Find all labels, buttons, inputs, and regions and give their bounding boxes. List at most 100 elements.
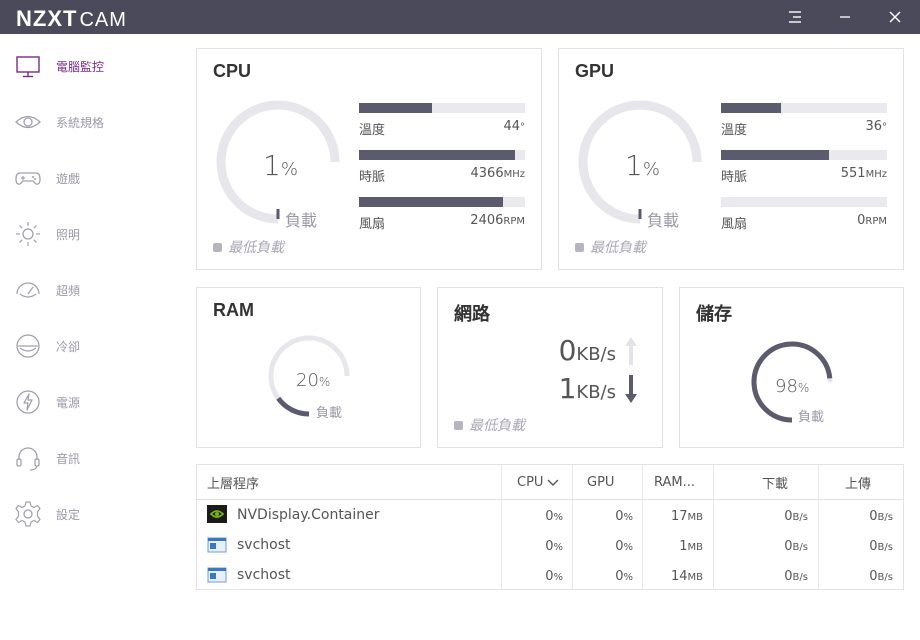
gpu-fan-bar [721,197,887,207]
app-name: CAM [79,9,127,31]
close-icon [889,11,901,23]
process-gpu: 0% [615,569,633,584]
header-download[interactable]: 下載 [762,465,788,500]
header-ram[interactable]: RAM... [654,465,695,500]
sidebar-item-pc-monitor[interactable]: 電腦監控 [0,38,180,94]
upload-arrow-icon [625,337,637,365]
brand-name: NZXT [16,6,78,31]
gpu-fan-value: 0RPM [857,213,887,228]
sidebar-item-label: 設定 [56,507,81,522]
gpu-title: GPU [575,61,615,81]
cpu-clock-label: 時脈 [359,170,386,185]
window-icon [207,567,227,583]
process-ram: 14MB [670,569,703,584]
cpu-clock-value: 4366MHz [470,166,526,181]
sidebar-item-overclock[interactable]: 超頻 [0,262,180,318]
header-gpu[interactable]: GPU [587,465,614,500]
cpu-fan-bar [359,197,525,207]
process-ram: 17MB [670,509,703,524]
cpu-load-value: 1% [263,149,298,182]
download-arrow-icon [625,375,637,403]
sidebar-item-power[interactable]: 電源 [0,374,180,430]
process-upload: 0B/s [869,539,893,554]
hamburger-menu-icon[interactable] [772,0,818,34]
sidebar-item-cooling[interactable]: 冷卻 [0,318,180,374]
gpu-clock-bar [721,150,887,160]
process-download: 0B/s [784,539,808,554]
gpu-card[interactable]: GPU 1% 負載 最低負載 溫度 36° 時脈 551MHz 風扇 0RPM [558,48,904,270]
sidebar-item-label: 電腦監控 [56,59,105,74]
speedometer-icon [16,282,40,298]
sidebar-item-label: 遊戲 [56,171,81,186]
sidebar-item-audio[interactable]: 音訊 [0,430,180,486]
sidebar-item-label: 音訊 [56,451,81,466]
sidebar-item-lighting[interactable]: 照明 [0,206,180,262]
cpu-temp-label: 溫度 [359,123,386,138]
process-name: svchost [237,537,291,553]
sidebar-item-label: 冷卻 [56,339,81,354]
header-process[interactable]: 上層程序 [207,465,259,500]
process-cpu: 0% [545,509,563,524]
gpu-clock-label: 時脈 [721,170,748,185]
gpu-load-value: 1% [625,149,660,182]
sun-icon [16,222,40,246]
cpu-temp-value: 44° [503,119,525,134]
close-button[interactable] [872,0,918,34]
ram-title: RAM [213,300,254,320]
header-upload[interactable]: 上傳 [845,465,871,500]
eye-icon [15,115,41,129]
sidebar-item-label: 電源 [56,395,81,410]
gpu-min-load: 最低負載 [575,237,646,257]
process-cpu: 0% [545,539,563,554]
sidebar-item-specs[interactable]: 系統規格 [0,94,180,150]
window-icon [207,537,227,553]
process-table: 上層程序 CPU GPU RAM... 下載 上傳 NVDisplay.Cont… [196,464,904,590]
gpu-temp-value: 36° [865,119,887,134]
network-min-load: 最低負載 [454,415,525,435]
minimize-button[interactable] [822,0,868,34]
process-cpu: 0% [545,569,563,584]
storage-card[interactable]: 儲存 98% 負載 [679,287,904,448]
lightning-icon [16,390,40,414]
cpu-fan-label: 風扇 [359,217,386,232]
cpu-temp-bar [359,103,525,113]
process-gpu: 0% [615,539,633,554]
network-download-value: 1KB/s [558,372,616,405]
header-cpu-sorted[interactable]: CPU [517,465,559,500]
cpu-min-load: 最低負載 [213,237,284,257]
gpu-temp-bar [721,103,887,113]
title-bar: NZXT CAM [0,0,920,34]
sidebar-item-label: 照明 [56,227,81,242]
gear-icon [15,501,41,527]
cpu-clock-bar [359,150,525,160]
process-upload: 0B/s [869,569,893,584]
storage-load-label: 負載 [798,410,825,425]
ram-load-label: 負載 [316,406,343,421]
process-ram: 1MB [679,539,703,554]
gamepad-icon [15,172,41,185]
storage-title: 儲存 [696,304,732,324]
gpu-clock-value: 551MHz [840,166,887,181]
process-gpu: 0% [615,509,633,524]
cpu-card[interactable]: CPU 1% 負載 最低負載 溫度 44° 時脈 4366MHz 風扇 2406… [196,48,542,270]
process-name: NVDisplay.Container [237,507,380,523]
process-name: svchost [237,567,291,583]
headset-icon [16,447,40,471]
cpu-load-label: 負載 [285,211,318,230]
network-title: 網路 [454,304,490,324]
cpu-fan-value: 2406RPM [470,213,525,228]
storage-load-value: 98% [775,376,810,397]
ram-card[interactable]: RAM 20% 負載 [196,287,421,448]
cpu-title: CPU [213,61,252,81]
sidebar-item-label: 超頻 [56,283,81,298]
sidebar-item-settings[interactable]: 設定 [0,486,180,542]
network-upload-value: 0KB/s [558,334,616,367]
process-upload: 0B/s [869,509,893,524]
gpu-fan-label: 風扇 [721,217,748,232]
process-download: 0B/s [784,509,808,524]
sidebar-item-label: 系統規格 [56,115,105,130]
minimize-icon [840,16,850,18]
process-download: 0B/s [784,569,808,584]
network-card[interactable]: 網路 0KB/s 1KB/s 最低負載 [437,287,663,448]
sidebar-item-games[interactable]: 遊戲 [0,150,180,206]
